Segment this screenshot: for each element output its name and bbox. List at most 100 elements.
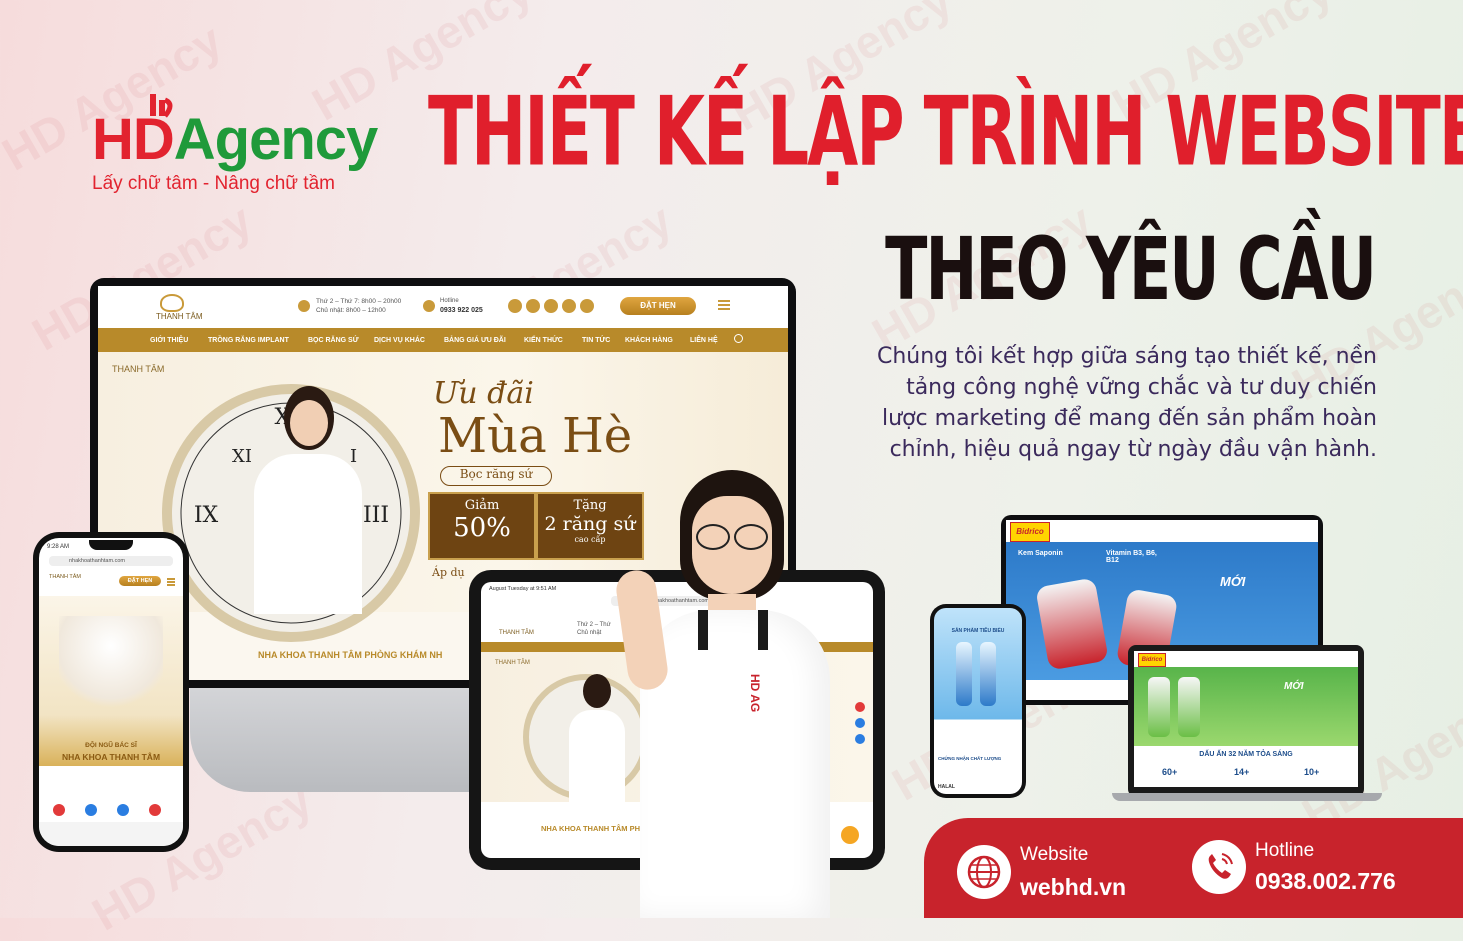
- can-product-icon: [1035, 577, 1109, 671]
- nav-item[interactable]: BẢNG GIÁ ƯU ĐÃI: [444, 337, 506, 344]
- bidrico-stat: 14+: [1234, 767, 1250, 777]
- bidrico-stat: 10+: [1304, 767, 1320, 777]
- section-title: NHA KHOA THANH TÂM PHÒNG KHÁM NH: [258, 650, 443, 660]
- hotline-label: Hotline: [1255, 840, 1315, 861]
- model-photo: [248, 382, 368, 614]
- tablet-hours-2: Chủ nhật: [577, 630, 602, 636]
- logo-hd: HD: [92, 107, 175, 172]
- bottle-product-icon: [956, 642, 972, 706]
- phone-time: 9:28 AM: [47, 544, 70, 550]
- offer-discount-label: Giảm: [464, 498, 500, 513]
- hotline-number[interactable]: 0938.002.776: [1255, 868, 1396, 895]
- bidrico-laptop-screen: Bidrico MỚI DẤU ẤN 32 NĂM TỎA SÁNG 60+ 1…: [1134, 651, 1358, 787]
- nav-item[interactable]: BỌC RĂNG SỨ: [308, 337, 359, 344]
- nav-item[interactable]: KIẾN THỨC: [524, 337, 563, 344]
- messenger-icon[interactable]: [117, 804, 129, 816]
- zalo-icon[interactable]: [85, 804, 97, 816]
- bidrico-phone-halal: HALAL: [938, 784, 955, 790]
- book-button[interactable]: ĐẶT HẸN: [620, 297, 696, 315]
- bidrico-laptop-new-tag: MỚI: [1284, 681, 1304, 692]
- description: Chúng tôi kết hợp giữa sáng tạo thiết kế…: [777, 341, 1377, 465]
- nav-item[interactable]: KHÁCH HÀNG: [625, 337, 673, 344]
- chat-icon[interactable]: [149, 804, 161, 816]
- bottle-product-icon: [980, 642, 996, 706]
- phone-menu-icon[interactable]: [167, 578, 175, 580]
- svg-text:IX: IX: [194, 503, 219, 528]
- bidrico-laptop: Bidrico MỚI DẤU ẤN 32 NĂM TỎA SÁNG 60+ 1…: [1128, 645, 1364, 797]
- website-link[interactable]: webhd.vn: [1020, 874, 1126, 901]
- phone-screen: 9:28 AM nhakhoathanhtam.com THANH TÂM ĐẶ…: [39, 538, 183, 846]
- bidrico-phone-cert: CHỨNG NHẬN CHẤT LƯỢNG: [938, 756, 1002, 761]
- headline-line-1: THIẾT KẾ LẬP TRÌNH WEBSITE: [428, 76, 1463, 188]
- phone-notch: [89, 540, 133, 550]
- hotline-number: 0933 922 025: [440, 307, 483, 314]
- tablet-hero-brand: THANH TÂM: [495, 660, 530, 666]
- bidrico-product-1: Kem Saponin: [1018, 550, 1063, 557]
- promo-sub: Bọc răng sứ: [440, 466, 552, 486]
- bidrico-logo: Bidrico: [1010, 522, 1050, 542]
- bidrico-milestone: DẤU ẤN 32 NĂM TỎA SÁNG: [1199, 751, 1293, 758]
- brand-logo: HDAgency Lấy chữ tâm - Nâng chữ tầm: [92, 92, 379, 194]
- bidrico-new-tag: MỚI: [1220, 574, 1246, 589]
- offer-discount: Giảm 50%: [428, 492, 536, 560]
- brand-tagline: Lấy chữ tâm - Nâng chữ tầm: [92, 173, 335, 194]
- doctors-caption-1: ĐỘI NGŨ BÁC SĨ: [85, 742, 137, 749]
- phone-device: 9:28 AM nhakhoathanhtam.com THANH TÂM ĐẶ…: [33, 532, 189, 852]
- tiktok-icon[interactable]: [544, 299, 558, 313]
- search-icon[interactable]: [734, 334, 743, 343]
- bidrico-phone-screen: SẢN PHẨM TIÊU BIỂU CHỨNG NHẬN CHẤT LƯỢNG…: [934, 608, 1022, 794]
- browser-toolbar: [39, 822, 183, 846]
- facebook-icon[interactable]: [508, 299, 522, 313]
- zalo-icon[interactable]: [562, 299, 576, 313]
- site-hours-2: Chủ nhật: 8h00 – 12h00: [316, 307, 386, 314]
- map-icon[interactable]: [580, 299, 594, 313]
- nav-item[interactable]: GIỚI THIỆU: [150, 337, 188, 344]
- site-nav: GIỚI THIỆU TRỒNG RĂNG IMPLANT BỌC RĂNG S…: [98, 328, 788, 352]
- bidrico-product-2: Vitamin B3, B6, B12: [1106, 550, 1157, 564]
- doctors-banner: ĐỘI NGŨ BÁC SĨ NHA KHOA THANH TÂM: [39, 596, 183, 766]
- description-line: lược marketing để mang đến sản phẩm hoàn: [882, 406, 1377, 431]
- thumbs-up-hand: [613, 567, 671, 693]
- promo-title: Mùa Hè: [438, 408, 633, 464]
- globe-icon: [957, 845, 1011, 899]
- phone-icon: [423, 300, 435, 312]
- laptop-base: [1112, 793, 1382, 801]
- can-product-icon: [1178, 677, 1200, 737]
- menu-icon[interactable]: [718, 300, 730, 302]
- contact-bar: Website webhd.vn Hotline 0938.002.776: [924, 818, 1463, 918]
- phone-book-button[interactable]: ĐẶT HẸN: [119, 576, 161, 586]
- tablet-brand: THANH TÂM: [499, 630, 534, 636]
- site-hours-1: Thứ 2 – Thứ 7: 8h00 – 20h00: [316, 298, 402, 305]
- nav-item[interactable]: LIÊN HỆ: [690, 337, 718, 344]
- bidrico-phone-title: SẢN PHẨM TIÊU BIỂU: [951, 628, 1005, 634]
- website-label: Website: [1020, 844, 1089, 865]
- call-icon[interactable]: [53, 804, 65, 816]
- hotline-label: Hotline: [440, 298, 459, 304]
- nav-item[interactable]: TRỒNG RĂNG IMPLANT: [208, 337, 289, 344]
- description-line: Chúng tôi kết hợp giữa sáng tạo thiết kế…: [876, 344, 1377, 369]
- tablet-status: August Tuesday at 9:51 AM: [489, 586, 557, 592]
- doctors-caption-2: NHA KHOA THANH TÂM: [61, 752, 161, 762]
- phone-url-bar[interactable]: nhakhoathanhtam.com: [49, 556, 173, 566]
- shirt-logo: HD AG: [748, 674, 762, 713]
- apply-note: Áp dụ: [432, 566, 465, 579]
- headline-line-2: THEO YÊU CẦU: [885, 218, 1377, 321]
- phone-call-icon: [1192, 840, 1246, 894]
- bidrico-laptop-logo: Bidrico: [1138, 653, 1166, 667]
- logo-agency: Agency: [173, 107, 379, 172]
- youtube-icon[interactable]: [526, 299, 540, 313]
- spokesperson-photo: HD AG: [600, 470, 870, 918]
- site-header: THANH TÂM Thứ 2 – Thứ 7: 8h00 – 20h00 Ch…: [98, 286, 788, 328]
- nav-item[interactable]: TIN TỨC: [582, 337, 610, 344]
- tooth-logo-icon: [160, 294, 184, 312]
- phone-brand: THANH TÂM: [49, 574, 81, 580]
- can-product-icon: [1148, 677, 1170, 737]
- bidrico-stat: 60+: [1162, 767, 1178, 777]
- hero-brand: THANH TÂM: [112, 364, 165, 374]
- clock-icon: [298, 300, 310, 312]
- promo-script: Ưu đãi: [433, 376, 534, 411]
- nav-item[interactable]: DỊCH VỤ KHÁC: [374, 337, 425, 344]
- description-line: tảng công nghệ vững chắc và tư duy chiến: [906, 375, 1377, 400]
- description-line: chỉnh, hiệu quả ngay từ ngày đầu vận hàn…: [889, 437, 1377, 462]
- offer-discount-value: 50%: [453, 513, 511, 543]
